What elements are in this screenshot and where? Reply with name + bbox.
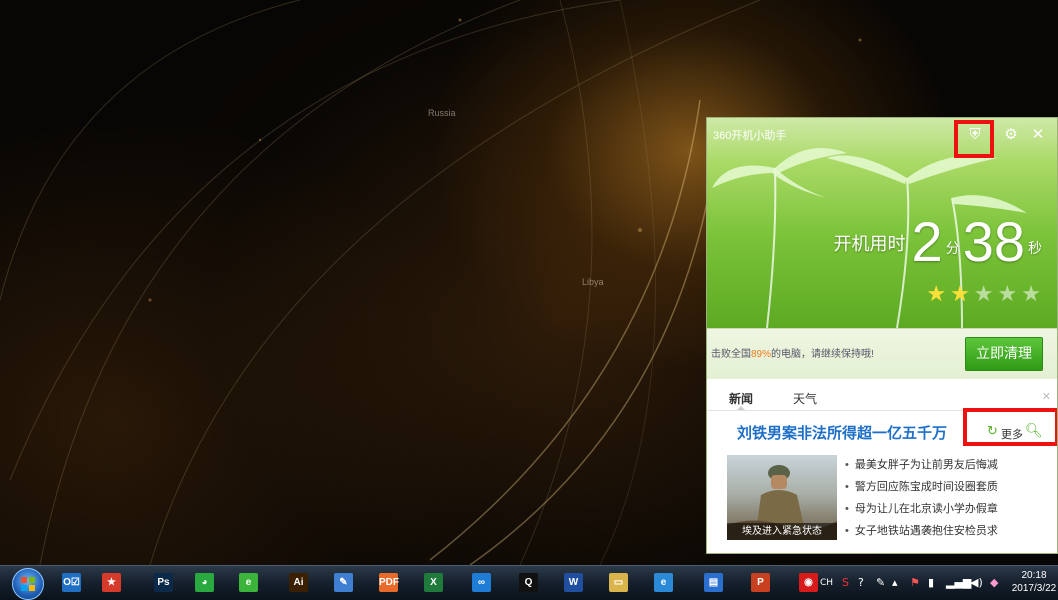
powerpoint-icon: P xyxy=(751,573,770,592)
tab-weather[interactable]: 天气 xyxy=(793,390,817,407)
close-icon[interactable]: ✕ xyxy=(1029,126,1047,144)
ime-indicator[interactable]: CH xyxy=(820,576,833,590)
qq-icon: Q xyxy=(519,573,538,592)
illustrator-icon: Ai xyxy=(289,573,308,592)
ie-icon: e xyxy=(654,573,673,592)
star-icon: ★ xyxy=(997,282,1022,307)
clean-now-button[interactable]: 立即清理 xyxy=(965,337,1043,371)
thumbnail-caption: 埃及进入紧急状态 xyxy=(727,523,837,540)
result-prefix: 击败全国 xyxy=(711,349,751,360)
news-list: 最美女胖子为让前男友后悔减 警方回应陈宝成时间设圈套质 母为让儿在北京读小学办假… xyxy=(845,454,998,542)
boot-time: 开机用时 2 分 38 秒 xyxy=(834,214,1045,270)
result-message: 击败全国89%的电脑，请继续保持哦! xyxy=(711,345,874,360)
star-icon: ★ xyxy=(973,282,998,307)
chevron-up-icon[interactable]: ▴ xyxy=(892,576,898,590)
map-label-russia: Russia xyxy=(428,108,456,118)
taskbar-app-photoshop[interactable]: Ps xyxy=(150,570,177,596)
taskbar-app-sync[interactable]: ∞ xyxy=(468,570,495,596)
list-item[interactable]: 女子地铁站遇袭抱住安检员求 xyxy=(845,520,998,542)
taskbar-app-notes[interactable]: ✎ xyxy=(330,570,357,596)
clock-date: 2017/3/22 xyxy=(1011,583,1057,594)
volume-icon[interactable]: ◀) xyxy=(970,576,983,590)
clock[interactable]: 20:18 2017/3/22 xyxy=(1010,569,1058,595)
taskbar: O☑ ★ Ps ◕ e Ai ✎ PDF X ∞ Q W ▭ e ▤ P ◉ CH S ? ✎ ▴ ⚑ ▮ ▂▄… xyxy=(0,565,1058,600)
netease-icon: ◉ xyxy=(799,573,818,592)
tab-news[interactable]: 新闻 xyxy=(729,390,753,407)
taskbar-app-app-blue[interactable]: ▤ xyxy=(700,570,727,596)
taskbar-app-illustrator[interactable]: Ai xyxy=(285,570,312,596)
taskbar-app-bookmark[interactable]: ★ xyxy=(98,570,125,596)
boot-time-label: 开机用时 xyxy=(833,234,906,254)
result-percent: 89% xyxy=(751,349,772,360)
gear-icon[interactable]: ⚙ xyxy=(1002,126,1020,144)
taskbar-app-ie[interactable]: e xyxy=(650,570,677,596)
notes-icon: ✎ xyxy=(334,573,353,592)
app-blue-icon: ▤ xyxy=(704,573,723,592)
explorer-icon: ▭ xyxy=(609,573,628,592)
news-panel: 新闻 天气 ✕ 刘铁男案非法所得超一亿五千万 ↻ 更多 🔍︎ 埃及进入紧急状态 … xyxy=(707,380,1057,553)
result-suffix: 的电脑，请继续保持哦! xyxy=(771,349,874,360)
taskbar-app-netease[interactable]: ◉ xyxy=(795,570,822,596)
star-icon: ★ xyxy=(950,282,974,307)
sogou-icon[interactable]: S xyxy=(842,576,849,590)
browser-360-icon: e xyxy=(239,573,258,592)
list-item[interactable]: 最美女胖子为让前男友后悔减 xyxy=(845,454,998,476)
taskbar-app-word[interactable]: W xyxy=(560,570,587,596)
taskbar-app-wechat[interactable]: ◕ xyxy=(191,570,218,596)
news-tabs: 新闻 天气 ✕ xyxy=(707,380,1057,411)
widget-hero: 360开机小助手 ⛨ ⚙ ✕ 开机用时 2 分 38 秒 ★★★★★ xyxy=(707,118,1057,328)
windows-logo-icon xyxy=(21,577,35,591)
highlight-box-more xyxy=(963,408,1057,446)
widget-title: 360开机小助手 xyxy=(713,130,787,142)
outlook-icon: O☑ xyxy=(62,573,81,592)
star-icon: ★ xyxy=(1021,282,1045,307)
taskbar-app-outlook[interactable]: O☑ xyxy=(58,570,85,596)
boot-helper-widget: 360开机小助手 ⛨ ⚙ ✕ 开机用时 2 分 38 秒 ★★★★★ 击败全国8… xyxy=(706,117,1058,554)
boot-minutes: 2 xyxy=(911,210,943,273)
help-icon[interactable]: ? xyxy=(858,576,864,590)
battery-icon[interactable]: ▮ xyxy=(928,576,934,590)
star-icon: ★ xyxy=(926,282,951,307)
news-thumbnail[interactable]: 埃及进入紧急状态 xyxy=(727,455,837,540)
taskbar-app-browser-360[interactable]: e xyxy=(235,570,262,596)
flag-icon[interactable]: ⚑ xyxy=(910,576,920,590)
result-bar: 击败全国89%的电脑，请继续保持哦! 立即清理 xyxy=(707,328,1057,379)
photoshop-icon: Ps xyxy=(154,573,173,592)
taskbar-app-excel[interactable]: X xyxy=(420,570,447,596)
active-tab-caret xyxy=(737,406,745,410)
taskbar-app-powerpoint[interactable]: P xyxy=(747,570,774,596)
word-icon: W xyxy=(564,573,583,592)
excel-icon: X xyxy=(424,573,443,592)
pen-icon[interactable]: ✎ xyxy=(876,576,885,590)
taskbar-app-explorer[interactable]: ▭ xyxy=(605,570,632,596)
start-button[interactable] xyxy=(12,568,44,600)
list-item[interactable]: 母为让儿在北京读小学办假章 xyxy=(845,498,998,520)
tray-app-icon[interactable]: ◆ xyxy=(990,576,998,590)
sync-icon: ∞ xyxy=(472,573,491,592)
boot-rating: ★★★★★ xyxy=(926,282,1045,307)
bookmark-icon: ★ xyxy=(102,573,121,592)
boot-seconds-unit: 秒 xyxy=(1028,241,1042,257)
news-close-icon[interactable]: ✕ xyxy=(1042,390,1051,403)
taskbar-app-pdf[interactable]: PDF xyxy=(375,570,402,596)
highlight-box-skin xyxy=(954,120,994,158)
boot-seconds: 38 xyxy=(962,210,1025,273)
clock-time: 20:18 xyxy=(1021,570,1047,581)
news-headline[interactable]: 刘铁男案非法所得超一亿五千万 xyxy=(737,422,947,443)
network-icon[interactable]: ▂▄▆ xyxy=(946,576,971,590)
map-label-libya: Libya xyxy=(582,277,604,287)
taskbar-app-qq[interactable]: Q xyxy=(515,570,542,596)
pdf-icon: PDF xyxy=(379,573,399,592)
boot-minutes-unit: 分 xyxy=(945,241,960,257)
wechat-icon: ◕ xyxy=(195,573,214,592)
list-item[interactable]: 警方回应陈宝成时间设圈套质 xyxy=(845,476,998,498)
